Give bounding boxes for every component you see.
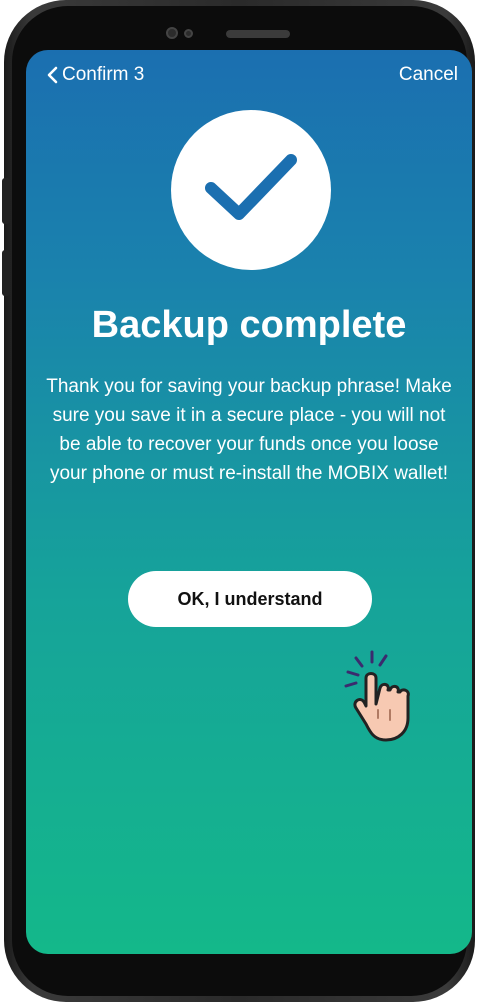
- side-button-lower: [2, 250, 10, 296]
- back-button[interactable]: Confirm 3: [46, 64, 144, 86]
- phone-frame: Confirm 3 Cancel Backup complete Thank y…: [2, 0, 475, 1002]
- screen: Confirm 3 Cancel Backup complete Thank y…: [26, 50, 472, 954]
- speaker-grille: [226, 30, 290, 38]
- side-button-upper: [2, 178, 10, 224]
- success-badge: [171, 110, 331, 270]
- chevron-left-icon: [47, 66, 58, 84]
- cancel-button[interactable]: Cancel: [399, 64, 458, 86]
- tap-hand-icon: [344, 650, 410, 742]
- front-camera: [166, 27, 178, 39]
- check-icon: [205, 154, 297, 220]
- ok-understand-button[interactable]: OK, I understand: [128, 571, 372, 627]
- sensor: [184, 29, 193, 38]
- page-title: Backup complete: [91, 304, 407, 346]
- back-label: Confirm 3: [62, 64, 145, 85]
- backup-message: Thank you for saving your backup phrase!…: [46, 376, 452, 484]
- top-bar: Confirm 3 Cancel: [26, 64, 472, 92]
